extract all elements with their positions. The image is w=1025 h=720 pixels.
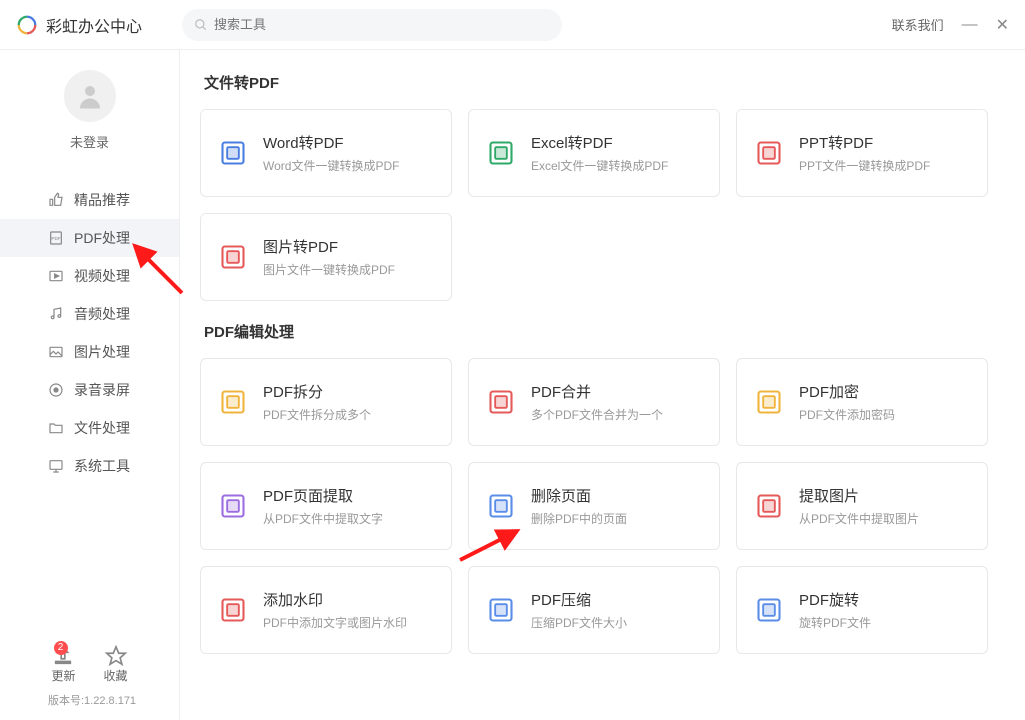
tool-desc: 多个PDF文件合并为一个 xyxy=(531,406,663,423)
tool-title: PDF拆分 xyxy=(263,381,371,402)
tool-icon xyxy=(753,137,785,169)
tool-card-extract-img[interactable]: 提取图片从PDF文件中提取图片 xyxy=(736,462,988,550)
tool-icon xyxy=(753,490,785,522)
tool-desc: PDF中添加文字或图片水印 xyxy=(263,614,407,631)
record-icon xyxy=(48,382,64,398)
sidebar-item-video[interactable]: 视频处理 xyxy=(0,257,179,295)
sidebar-item-label: 录音录屏 xyxy=(74,380,130,400)
tool-card-split[interactable]: PDF拆分 PDF文件拆分成多个 xyxy=(200,358,452,446)
update-badge: 2 xyxy=(54,641,68,655)
svg-text:PDF: PDF xyxy=(51,236,60,241)
sidebar-item-label: PDF处理 xyxy=(74,228,130,248)
tool-icon xyxy=(753,594,785,626)
tool-icon xyxy=(485,490,517,522)
tool-card-rotate[interactable]: PDF旋转旋转PDF文件 xyxy=(736,566,988,654)
tool-desc: 删除PDF中的页面 xyxy=(531,510,627,527)
tool-desc: 从PDF文件中提取文字 xyxy=(263,510,383,527)
tool-icon xyxy=(485,137,517,169)
tool-desc: Excel文件一键转换成PDF xyxy=(531,157,668,174)
tool-card-encrypt[interactable]: PDF加密 PDF文件添加密码 xyxy=(736,358,988,446)
tool-card-ppt2pdf[interactable]: PPT转PDF PPT文件一键转换成PDF xyxy=(736,109,988,197)
sidebar-item-label: 精品推荐 xyxy=(74,190,130,210)
sidebar-item-recommend[interactable]: 精品推荐 xyxy=(0,181,179,219)
tool-icon xyxy=(485,386,517,418)
favorite-button[interactable]: 收藏 xyxy=(104,645,128,684)
section-title: 文件转PDF xyxy=(204,72,1005,93)
sidebar-item-label: 文件处理 xyxy=(74,418,130,438)
close-button[interactable]: ✕ xyxy=(996,15,1009,35)
sidebar-item-image[interactable]: 图片处理 xyxy=(0,333,179,371)
search-input[interactable] xyxy=(214,17,550,32)
tool-desc: PDF文件添加密码 xyxy=(799,406,895,423)
tool-card-delete-page[interactable]: 删除页面删除PDF中的页面 xyxy=(468,462,720,550)
login-status[interactable]: 未登录 xyxy=(70,132,109,151)
tool-title: 删除页面 xyxy=(531,485,627,506)
sidebar-item-system[interactable]: 系统工具 xyxy=(0,447,179,485)
tool-title: 添加水印 xyxy=(263,589,407,610)
tool-icon xyxy=(485,594,517,626)
thumb-icon xyxy=(48,192,64,208)
tool-desc: PPT文件一键转换成PDF xyxy=(799,157,930,174)
titlebar: 彩虹办公中心 联系我们 — ✕ xyxy=(0,0,1025,50)
tool-card-watermark[interactable]: 添加水印 PDF中添加文字或图片水印 xyxy=(200,566,452,654)
tool-card-merge[interactable]: PDF合并多个PDF文件合并为一个 xyxy=(468,358,720,446)
tool-title: Word转PDF xyxy=(263,132,399,153)
tool-desc: 压缩PDF文件大小 xyxy=(531,614,627,631)
tool-title: PDF加密 xyxy=(799,381,895,402)
image-icon xyxy=(48,344,64,360)
tool-desc: Word文件一键转换成PDF xyxy=(263,157,399,174)
tool-desc: 旋转PDF文件 xyxy=(799,614,871,631)
app-logo-icon xyxy=(16,14,38,36)
tool-title: PDF压缩 xyxy=(531,589,627,610)
video-icon xyxy=(48,268,64,284)
tool-desc: 从PDF文件中提取图片 xyxy=(799,510,919,527)
search-box[interactable] xyxy=(182,9,562,41)
sidebar-item-label: 图片处理 xyxy=(74,342,130,362)
tool-title: PDF旋转 xyxy=(799,589,871,610)
tool-card-excel2pdf[interactable]: Excel转PDF Excel文件一键转换成PDF xyxy=(468,109,720,197)
tool-card-compress[interactable]: PDF压缩压缩PDF文件大小 xyxy=(468,566,720,654)
tool-icon xyxy=(217,386,249,418)
sidebar-item-label: 系统工具 xyxy=(74,456,130,476)
section-title: PDF编辑处理 xyxy=(204,321,1005,342)
sidebar-item-pdf[interactable]: PDF PDF处理 xyxy=(0,219,179,257)
tool-title: PPT转PDF xyxy=(799,132,930,153)
tool-card-word2pdf[interactable]: Word转PDF Word文件一键转换成PDF xyxy=(200,109,452,197)
search-icon xyxy=(194,18,208,32)
sidebar-item-record[interactable]: 录音录屏 xyxy=(0,371,179,409)
sidebar-item-audio[interactable]: 音频处理 xyxy=(0,295,179,333)
tool-title: Excel转PDF xyxy=(531,132,668,153)
app-title: 彩虹办公中心 xyxy=(46,13,142,37)
minimize-button[interactable]: — xyxy=(962,16,978,34)
sidebar-item-file[interactable]: 文件处理 xyxy=(0,409,179,447)
system-icon xyxy=(48,458,64,474)
file-icon xyxy=(48,420,64,436)
tool-icon xyxy=(217,594,249,626)
tool-icon xyxy=(753,386,785,418)
avatar[interactable] xyxy=(64,70,116,122)
sidebar-item-label: 音频处理 xyxy=(74,304,130,324)
main-content: 文件转PDFWord转PDFWord文件一键转换成PDFExcel转PDFExc… xyxy=(180,50,1025,720)
tool-icon xyxy=(217,490,249,522)
tool-title: PDF合并 xyxy=(531,381,663,402)
tool-desc: 图片文件一键转换成PDF xyxy=(263,261,395,278)
tool-title: 提取图片 xyxy=(799,485,919,506)
update-button[interactable]: 2 更新 xyxy=(51,645,75,684)
star-icon xyxy=(105,645,127,667)
tool-icon xyxy=(217,241,249,273)
tool-card-img2pdf[interactable]: 图片转PDF 图片文件一键转换成PDF xyxy=(200,213,452,301)
contact-link[interactable]: 联系我们 xyxy=(892,15,944,34)
tool-card-extract-page[interactable]: PDF页面提取从PDF文件中提取文字 xyxy=(200,462,452,550)
tool-title: PDF页面提取 xyxy=(263,485,383,506)
tool-title: 图片转PDF xyxy=(263,236,395,257)
tool-icon xyxy=(217,137,249,169)
audio-icon xyxy=(48,306,64,322)
version-text: 版本号:1.22.8.171 xyxy=(0,692,179,708)
pdf-icon: PDF xyxy=(48,230,64,246)
sidebar-item-label: 视频处理 xyxy=(74,266,130,286)
tool-desc: PDF文件拆分成多个 xyxy=(263,406,371,423)
sidebar: 未登录 精品推荐 PDF PDF处理视频处理音频处理图片处理录音录屏文件处理系统工具… xyxy=(0,50,180,720)
